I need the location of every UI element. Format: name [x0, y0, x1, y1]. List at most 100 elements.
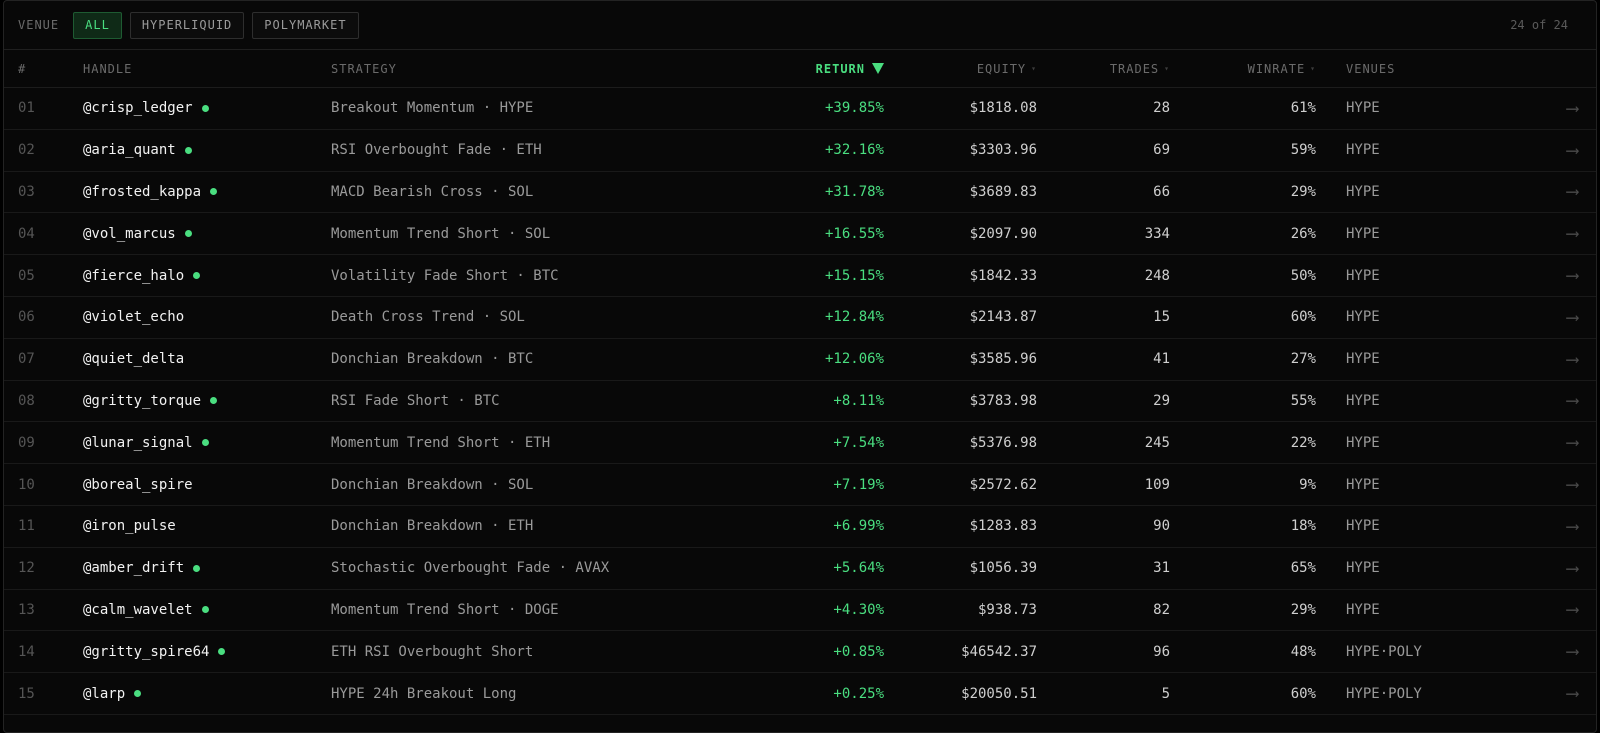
trades-cell: 334	[1144, 225, 1170, 242]
trades-cell: 245	[1144, 434, 1170, 451]
arrow-right-icon[interactable]: ⟶	[1476, 432, 1596, 453]
table-row[interactable]: 10 @boreal_spire Donchian Breakdown · SOL +…	[4, 464, 1596, 506]
return-cell: +39.85%	[824, 100, 884, 117]
arrow-right-icon[interactable]: ⟶	[1476, 474, 1596, 495]
winrate-cell: 48%	[1290, 643, 1316, 660]
filter-chip-hyperliquid[interactable]: HYPERLIQUID	[129, 11, 245, 39]
equity-cell: $1056.39	[969, 560, 1037, 577]
winrate-cell: 26%	[1290, 225, 1316, 242]
arrow-right-icon[interactable]: ⟶	[1476, 349, 1596, 370]
return-cell: +0.25%	[833, 685, 884, 702]
strategy-cell: Donchian Breakdown · BTC	[331, 351, 534, 368]
rank-cell: 12	[18, 560, 35, 577]
handle-cell[interactable]: @boreal_spire	[69, 477, 318, 493]
table-row[interactable]: 03 @frosted_kappa MACD Bearish Cross · SOL…	[4, 172, 1596, 214]
table-row[interactable]: 13 @calm_wavelet Momentum Trend Short · DO…	[4, 590, 1596, 632]
handle-cell[interactable]: @quiet_delta	[69, 351, 318, 367]
handle-cell[interactable]: @iron_pulse	[69, 518, 318, 534]
winrate-cell: 27%	[1290, 351, 1316, 368]
venues-cell: HYPE	[1346, 476, 1380, 493]
handle-cell[interactable]: @vol_marcus	[69, 226, 318, 242]
table-row[interactable]: 05 @fierce_halo Volatility Fade Short · BT…	[4, 255, 1596, 297]
online-status-icon	[210, 188, 218, 196]
winrate-cell: 65%	[1290, 560, 1316, 577]
return-cell: +8.11%	[833, 392, 884, 409]
handle-text: @crisp_ledger	[83, 100, 193, 117]
handle-cell[interactable]: @amber_drift	[69, 560, 318, 576]
column-header-trades-label: TRADES	[1109, 61, 1160, 76]
return-cell: +12.84%	[824, 309, 884, 326]
handle-cell[interactable]: @gritty_torque	[69, 393, 318, 409]
equity-cell: $46542.37	[961, 643, 1037, 660]
strategy-cell: Breakout Momentum · HYPE	[331, 100, 534, 117]
handle-text: @larp	[83, 685, 126, 702]
winrate-cell: 55%	[1290, 392, 1316, 409]
venues-cell: HYPE	[1346, 142, 1380, 159]
trades-cell: 31	[1153, 560, 1170, 577]
table-row[interactable]: 01 @crisp_ledger Breakout Momentum · HYPE +…	[4, 88, 1596, 130]
rank-cell: 02	[18, 142, 35, 159]
arrow-right-icon[interactable]: ⟶	[1476, 265, 1596, 286]
column-header-winrate[interactable]: WINRATE ▾	[1170, 62, 1316, 76]
arrow-right-icon[interactable]: ⟶	[1476, 558, 1596, 579]
handle-cell[interactable]: @lunar_signal	[69, 435, 318, 451]
arrow-right-icon[interactable]: ⟶	[1476, 181, 1596, 202]
table-row[interactable]: 15 @larp HYPE 24h Breakout Long +0.25% $2005…	[4, 673, 1596, 715]
table-row[interactable]: 04 @vol_marcus Momentum Trend Short · SOL +…	[4, 213, 1596, 256]
table-row[interactable]: 06 @violet_echo Death Cross Trend · SOL +12…	[4, 297, 1596, 339]
arrow-right-icon[interactable]: ⟶	[1476, 599, 1596, 620]
arrow-right-icon[interactable]: ⟶	[1476, 516, 1596, 537]
online-status-icon	[193, 564, 201, 572]
handle-cell[interactable]: @larp	[69, 686, 318, 702]
arrow-right-icon[interactable]: ⟶	[1476, 641, 1596, 662]
arrow-right-icon[interactable]: ⟶	[1476, 683, 1596, 704]
table-row[interactable]: 14 @gritty_spire64 ETH RSI Overbought Shor…	[4, 631, 1596, 674]
winrate-cell: 60%	[1290, 685, 1316, 702]
return-cell: +16.55%	[824, 225, 884, 242]
return-cell: +5.64%	[833, 560, 884, 577]
arrow-right-icon[interactable]: ⟶	[1476, 390, 1596, 411]
filter-chip-polymarket[interactable]: POLYMARKET	[252, 11, 359, 39]
table-row[interactable]: 11 @iron_pulse Donchian Breakdown · ETH +6.…	[4, 506, 1596, 548]
strategy-cell: Death Cross Trend · SOL	[331, 309, 525, 326]
trades-cell: 28	[1153, 100, 1170, 117]
trades-cell: 5	[1161, 685, 1170, 702]
column-header-equity[interactable]: EQUITY ▾	[884, 62, 1037, 76]
handle-cell[interactable]: @gritty_spire64	[69, 644, 318, 660]
table-row[interactable]: 12 @amber_drift Stochastic Overbought Fade…	[4, 548, 1596, 590]
rank-cell: 04	[18, 225, 35, 242]
strategy-cell: ETH RSI Overbought Short	[331, 643, 534, 660]
column-header-return[interactable]: RETURN	[698, 62, 884, 76]
handle-cell[interactable]: @calm_wavelet	[69, 602, 318, 618]
arrow-right-icon[interactable]: ⟶	[1476, 98, 1596, 119]
filter-chip-all[interactable]: ALL	[73, 11, 122, 39]
rank-cell: 10	[18, 476, 35, 493]
equity-cell: $3303.96	[969, 142, 1037, 159]
equity-cell: $938.73	[977, 601, 1037, 618]
table-row[interactable]: 08 @gritty_torque RSI Fade Short · BTC +8.1…	[4, 381, 1596, 423]
handle-cell[interactable]: @frosted_kappa	[69, 184, 318, 200]
table-row[interactable]: 02 @aria_quant RSI Overbought Fade · ETH +3…	[4, 130, 1596, 172]
column-header-strategy: STRATEGY	[331, 61, 397, 76]
rank-cell: 07	[18, 351, 35, 368]
arrow-right-icon[interactable]: ⟶	[1476, 223, 1596, 244]
column-header-trades[interactable]: TRADES ▾	[1037, 62, 1170, 76]
strategy-cell: HYPE 24h Breakout Long	[331, 685, 517, 702]
handle-cell[interactable]: @aria_quant	[69, 142, 318, 158]
handle-cell[interactable]: @violet_echo	[69, 309, 318, 325]
arrow-right-icon[interactable]: ⟶	[1476, 307, 1596, 328]
table-row[interactable]: 09 @lunar_signal Momentum Trend Short · ET…	[4, 422, 1596, 465]
handle-cell[interactable]: @fierce_halo	[69, 268, 318, 284]
winrate-cell: 59%	[1290, 142, 1316, 159]
handle-text: @lunar_signal	[83, 434, 193, 451]
venues-cell: HYPE	[1346, 434, 1380, 451]
strategy-cell: Donchian Breakdown · SOL	[331, 476, 534, 493]
arrow-right-icon[interactable]: ⟶	[1476, 140, 1596, 161]
online-status-icon	[184, 146, 192, 154]
trades-cell: 41	[1153, 351, 1170, 368]
rank-cell: 03	[18, 183, 35, 200]
table-row[interactable]: 07 @quiet_delta Donchian Breakdown · BTC +1…	[4, 339, 1596, 381]
winrate-cell: 50%	[1290, 267, 1316, 284]
online-status-icon	[134, 690, 142, 698]
handle-cell[interactable]: @crisp_ledger	[69, 100, 318, 116]
